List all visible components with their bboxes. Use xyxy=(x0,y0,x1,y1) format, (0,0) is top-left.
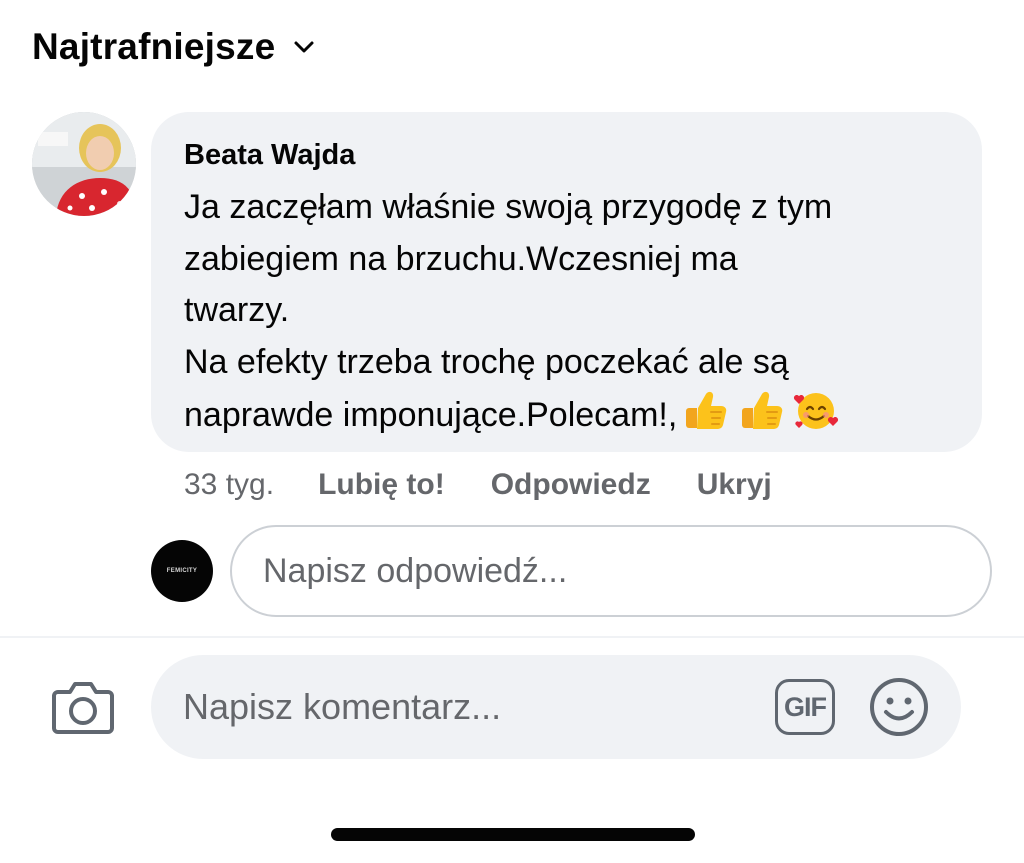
comment-time[interactable]: 33 tyg. xyxy=(184,468,274,502)
chevron-down-icon xyxy=(294,41,314,53)
comment-composer: GIF xyxy=(151,655,961,759)
home-indicator[interactable] xyxy=(331,828,695,841)
reply-input[interactable] xyxy=(230,525,992,617)
smiling-face-with-hearts-emoji xyxy=(794,393,839,429)
hide-button[interactable]: Ukryj xyxy=(697,468,772,502)
sort-label: Najtrafniejsze xyxy=(32,26,276,67)
page-avatar-logo: FEMICITY xyxy=(166,568,198,574)
smiley-icon[interactable] xyxy=(869,677,929,737)
divider xyxy=(0,636,1024,638)
reply-button[interactable]: Odpowiedz xyxy=(491,468,651,502)
like-button[interactable]: Lubię to! xyxy=(318,468,445,502)
comments-screen: Najtrafniejsze Beata Wajda Ja zaczęłam w… xyxy=(0,0,1024,863)
comment-input[interactable] xyxy=(183,655,763,759)
comment-body: Ja zaczęłam właśnie swoją przygodę z tym… xyxy=(184,182,948,442)
thumbs-up-emoji xyxy=(686,391,727,429)
camera-icon[interactable] xyxy=(50,676,116,738)
thumbs-up-emoji xyxy=(742,391,783,429)
comment-author[interactable]: Beata Wajda xyxy=(184,138,948,172)
gif-button[interactable]: GIF xyxy=(775,679,835,735)
comment-bubble[interactable]: Beata Wajda Ja zaczęłam właśnie swoją pr… xyxy=(151,112,982,452)
sort-dropdown[interactable]: Najtrafniejsze xyxy=(32,26,315,68)
commenter-avatar[interactable] xyxy=(32,112,136,216)
comment-emojis xyxy=(681,388,839,432)
comment-meta: 33 tyg. Lubię to! Odpowiedz Ukryj xyxy=(184,468,772,502)
page-avatar: FEMICITY xyxy=(151,540,213,602)
gif-label: GIF xyxy=(784,691,827,722)
